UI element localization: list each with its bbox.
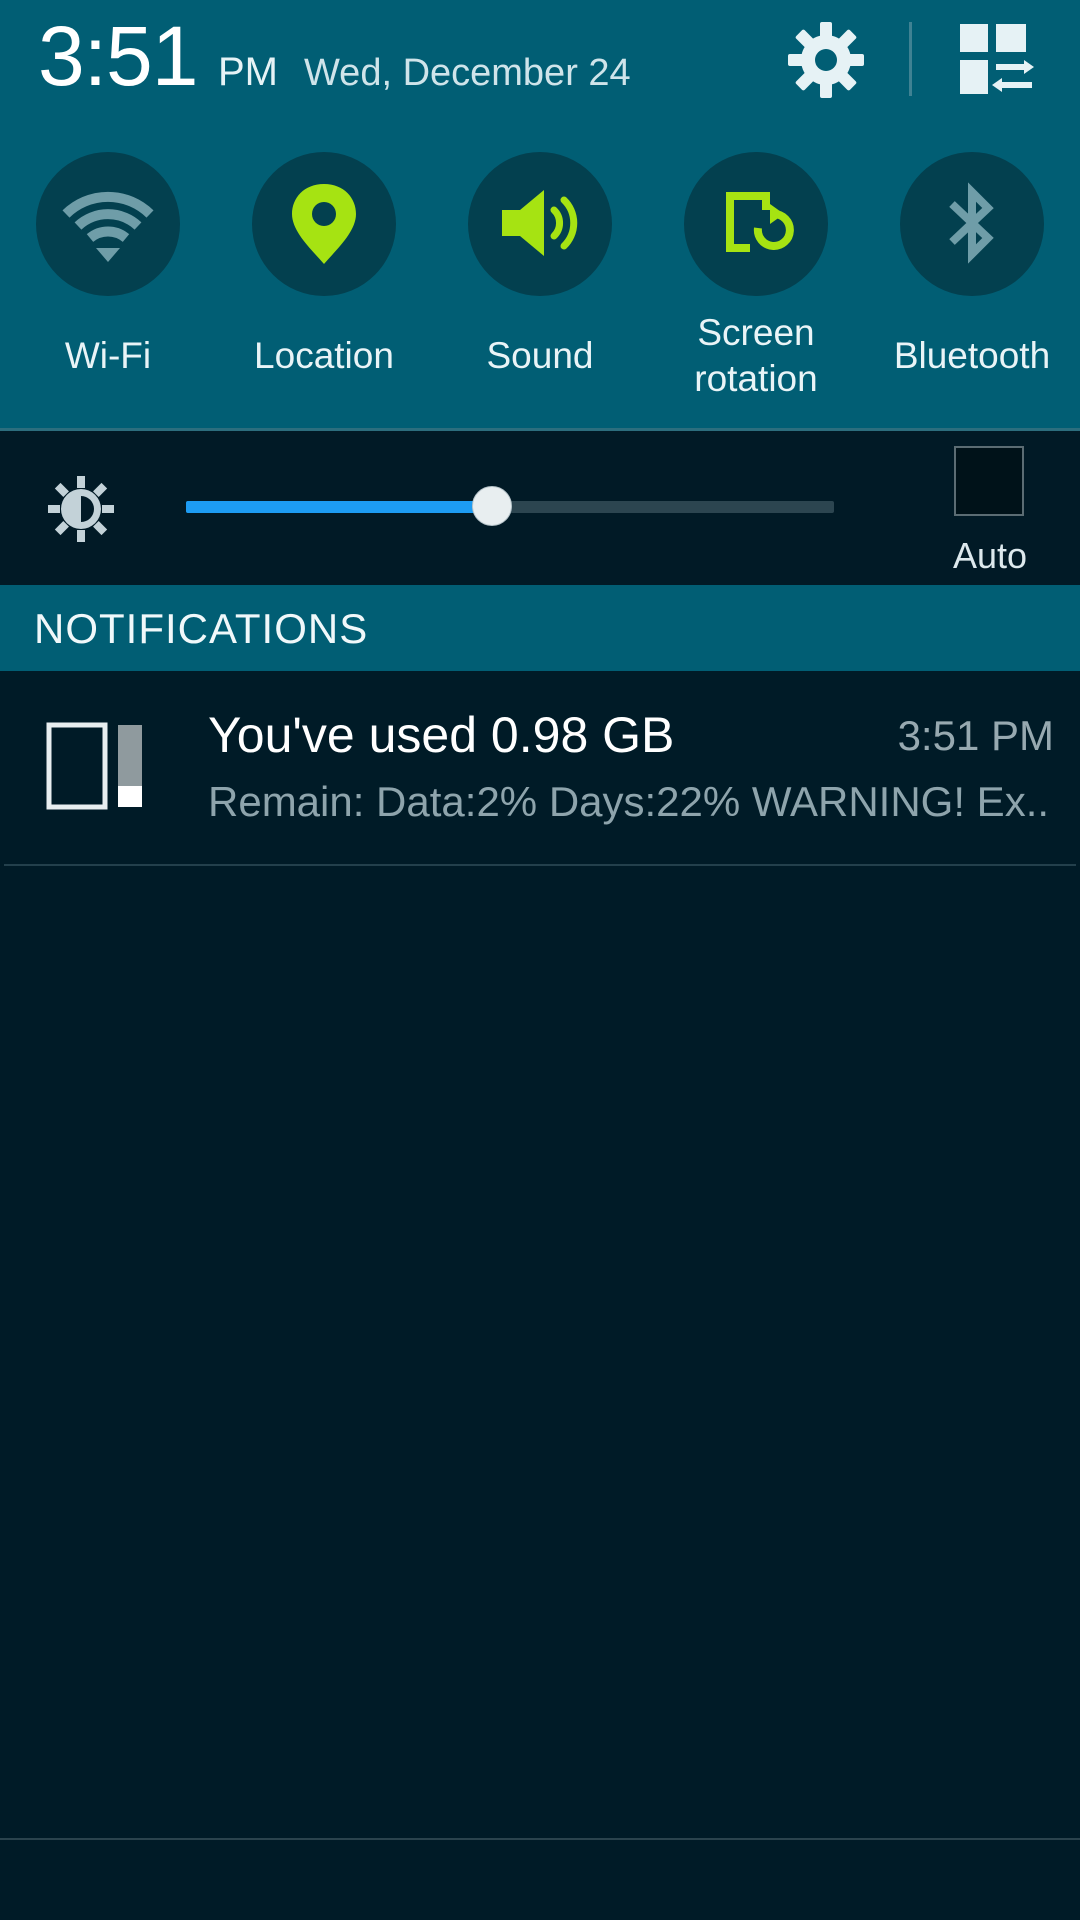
qs-screen-rotation[interactable]: Screen rotation bbox=[648, 150, 864, 420]
notification-title: You've used 0.98 GB bbox=[208, 707, 675, 763]
header-divider bbox=[909, 22, 912, 96]
grid-swap-icon bbox=[960, 24, 1034, 94]
qs-bluetooth-circle bbox=[900, 152, 1044, 296]
qs-sound-circle bbox=[468, 152, 612, 296]
qs-location[interactable]: Location bbox=[216, 150, 432, 420]
qs-bluetooth[interactable]: Bluetooth bbox=[864, 150, 1080, 420]
screen-rotation-icon bbox=[726, 192, 794, 252]
settings-button[interactable] bbox=[786, 20, 866, 100]
bluetooth-icon bbox=[949, 182, 994, 264]
notifications-header-label: NOTIFICATIONS bbox=[34, 605, 369, 652]
qs-location-circle bbox=[252, 152, 396, 296]
gear-icon bbox=[788, 22, 864, 98]
qs-bluetooth-label: Bluetooth bbox=[893, 335, 1051, 376]
clock-time: 3:51 bbox=[38, 9, 198, 103]
edit-quick-settings-button[interactable] bbox=[956, 20, 1036, 100]
qs-wifi-label: Wi-Fi bbox=[64, 335, 152, 376]
notification-body: Remain: Data:2% Days:22% WARNING! Ex.. bbox=[208, 778, 1050, 825]
qs-wifi[interactable]: Wi-Fi bbox=[0, 150, 216, 420]
data-usage-icon bbox=[46, 722, 146, 812]
quick-settings-row: Wi-Fi Location Sound Screen rotation Blu… bbox=[0, 150, 1080, 420]
panel-bottom-handle-line bbox=[0, 1838, 1080, 1840]
brightness-slider-thumb[interactable] bbox=[472, 486, 512, 526]
qs-wifi-circle bbox=[36, 152, 180, 296]
qs-screen-rotation-circle bbox=[684, 152, 828, 296]
auto-brightness-label: Auto bbox=[952, 535, 1028, 576]
wifi-icon bbox=[62, 191, 154, 262]
speaker-icon bbox=[502, 190, 578, 256]
brightness-icon bbox=[46, 474, 116, 544]
qs-sound-label: Sound bbox=[486, 335, 594, 376]
brightness-slider-fill bbox=[186, 501, 491, 513]
clock-ampm: PM bbox=[218, 50, 278, 94]
qs-screen-rotation-label: Screen rotation bbox=[648, 310, 864, 402]
notification-data-usage[interactable] bbox=[0, 671, 1080, 865]
date-label: Wed, December 24 bbox=[304, 52, 631, 94]
qs-screen-rotation-label-line1: Screen bbox=[697, 312, 815, 353]
notification-time: 3:51 PM bbox=[897, 712, 1054, 759]
qs-screen-rotation-label-line2: rotation bbox=[694, 358, 818, 399]
qs-sound[interactable]: Sound bbox=[432, 150, 648, 420]
qs-location-label: Location bbox=[254, 335, 394, 376]
location-pin-icon bbox=[292, 184, 356, 264]
notification-divider bbox=[4, 864, 1076, 866]
auto-brightness-checkbox[interactable] bbox=[954, 446, 1024, 516]
